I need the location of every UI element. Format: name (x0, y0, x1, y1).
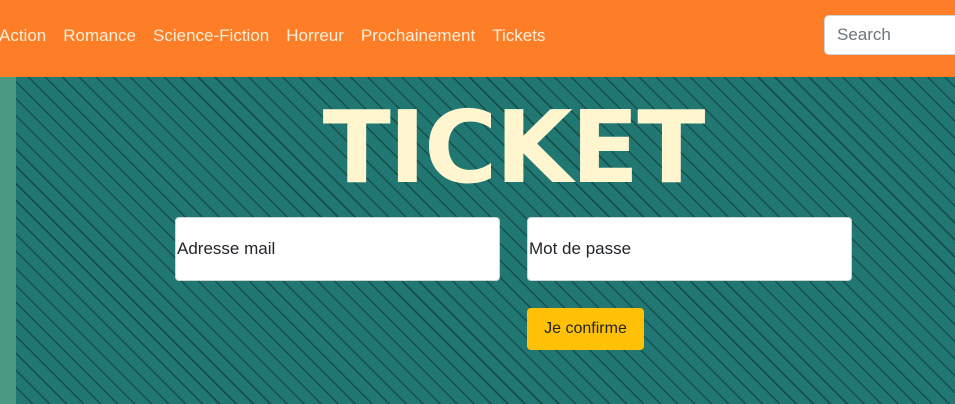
email-field[interactable] (175, 217, 500, 281)
confirm-button[interactable]: Je confirme (527, 308, 644, 350)
nav-link-tickets[interactable]: Tickets (492, 26, 545, 46)
nav-link-action[interactable]: Action (0, 26, 46, 46)
ticket-section: TICKET Je confirme (0, 77, 955, 404)
nav-link-horreur[interactable]: Horreur (286, 26, 344, 46)
page-title: TICKET (322, 89, 706, 206)
nav-links: Action Romance Science-Fiction Horreur P… (0, 0, 562, 72)
nav-link-romance[interactable]: Romance (63, 26, 136, 46)
nav-link-prochainement[interactable]: Prochainement (361, 26, 475, 46)
nav-link-science-fiction[interactable]: Science-Fiction (153, 26, 269, 46)
search-input[interactable] (824, 15, 955, 55)
password-field[interactable] (527, 217, 852, 281)
top-navbar: Action Romance Science-Fiction Horreur P… (0, 0, 955, 77)
